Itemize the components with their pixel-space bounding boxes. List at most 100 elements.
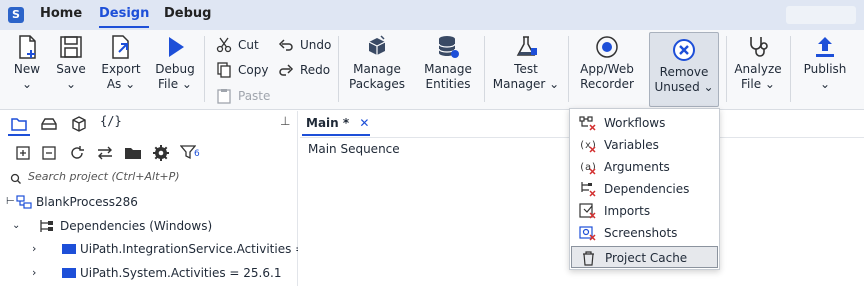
workflows-icon [579,116,596,131]
export-label: Export [101,62,141,76]
manage-entities-label2: Entities [425,77,471,91]
record-icon [596,36,618,58]
remove-unused-chevron-label: Unused ⌄ [654,80,714,94]
imports-icon [579,203,596,219]
export-icon [112,35,129,59]
activities-cube-icon[interactable] [70,115,88,133]
ribbon-separator [568,36,569,102]
refresh-icon[interactable] [68,144,86,162]
collapse-all-icon[interactable] [40,144,58,162]
chevron-down-icon: ⌄ [12,220,21,231]
new-button[interactable]: New ⌄ [8,30,46,108]
tree-item-project[interactable]: ⊢ BlankProcess286 [0,191,298,213]
menu-item-label: Imports [604,204,651,218]
save-label: Save [56,62,86,76]
ribbon: New ⌄ Save ⌄ Export As ⌄ Debug File ⌄ Cu… [0,30,864,110]
undo-button[interactable]: Undo [278,35,331,55]
tab-design[interactable]: Design [99,6,150,28]
menu-item-workflows[interactable]: Workflows [571,112,718,134]
object-repository-icon[interactable] [40,115,58,133]
ribbon-separator [726,36,727,102]
manage-packages-button[interactable]: Manage Packages [346,30,408,108]
menu-item-arguments[interactable]: (a) Arguments [571,156,718,178]
ribbon-separator [484,36,485,102]
export-as-button[interactable]: Export As ⌄ [98,30,144,108]
menu-item-label: Dependencies [604,182,690,196]
cut-label: Cut [238,38,259,52]
manage-entities-button[interactable]: Manage Entities [420,30,476,108]
tab-main-label: Main * [306,116,350,130]
paste-button[interactable]: Paste [216,86,270,106]
menu-item-screenshots[interactable]: Screenshots [571,222,718,244]
search-icon [10,173,21,184]
stethoscope-icon [750,37,768,57]
search-project-input[interactable]: Search project (Ctrl+Alt+P) [28,170,180,183]
close-tab-icon[interactable]: ✕ [359,116,369,130]
pin-icon[interactable]: ⊥ [280,114,290,128]
menu-item-project-cache[interactable]: Project Cache [571,246,718,268]
menu-item-label: Arguments [604,160,670,174]
sync-arrows-icon[interactable] [96,144,114,162]
test-manager-chevron-label: Manager ⌄ [492,77,560,91]
publish-upload-icon [816,37,834,57]
paste-label: Paste [238,89,271,103]
packages-icon [368,35,386,55]
test-manager-button[interactable]: Test Manager ⌄ [492,30,560,108]
variables-icon: (x) [579,140,596,153]
play-icon [169,37,184,57]
tree-item-label: UiPath.IntegrationService.Activities = 1 [80,242,298,256]
process-project-icon [16,195,32,209]
tree-item-package[interactable]: › UiPath.System.Activities = 25.6.1 [0,262,298,284]
dependencies-icon [581,182,596,197]
tab-home[interactable]: Home [40,6,82,24]
analyze-file-button[interactable]: Analyze File ⌄ [732,30,784,108]
cut-button[interactable]: Cut [216,35,259,55]
tree-item-dependencies[interactable]: ⌄ Dependencies (Windows) [0,215,298,237]
package-icon [62,268,76,278]
remove-unused-label: Remove [659,65,709,79]
undo-label: Undo [300,38,332,52]
trash-icon [583,251,594,266]
publish-chevron: ⌄ [819,77,831,91]
redo-icon [279,64,294,76]
publish-label: Publish [803,62,847,76]
project-folder-icon[interactable] [10,115,28,133]
ribbon-separator [790,36,791,102]
snippets-icon[interactable]: {/} [100,114,122,128]
tree-item-label: BlankProcess286 [36,195,138,209]
app-web-recorder-button[interactable]: App/Web Recorder [574,30,640,108]
copy-button[interactable]: Copy [216,60,268,80]
save-button[interactable]: Save ⌄ [52,30,90,108]
expand-all-icon[interactable] [14,144,32,162]
analyze-label: Analyze [734,62,782,76]
menu-item-dependencies[interactable]: Dependencies [571,178,718,200]
remove-unused-button[interactable]: Remove Unused ⌄ [649,32,719,107]
main-sequence-label: Main Sequence [308,142,400,156]
ribbon-separator [204,36,205,102]
database-icon [438,36,459,58]
menu-item-variables[interactable]: (x) Variables [571,134,718,156]
dependencies-icon [40,220,53,232]
save-chevron: ⌄ [65,77,77,91]
tree-item-package[interactable]: › UiPath.IntegrationService.Activities =… [0,238,298,260]
debug-file-chevron-label: File ⌄ [158,77,192,91]
scissors-icon [216,37,232,53]
top-tab-bar: S Home Design Debug [0,0,864,30]
open-folder-icon[interactable] [124,144,142,162]
save-icon [60,36,82,58]
tab-debug[interactable]: Debug [164,6,211,24]
tab-main[interactable]: Main * ✕ [300,111,369,135]
top-search-box[interactable] [786,6,856,24]
filter-count-badge: 6 [194,149,200,159]
settings-gear-icon[interactable] [152,144,170,162]
active-tab-underline [302,134,370,136]
publish-button[interactable]: Publish ⌄ [798,30,852,108]
debug-file-button[interactable]: Debug File ⌄ [152,30,198,108]
redo-button[interactable]: Redo [278,60,330,80]
chevron-right-icon: › [32,242,37,255]
menu-item-label: Workflows [604,116,666,130]
panel-tab-underline [8,134,30,136]
redo-label: Redo [300,63,331,77]
menu-item-imports[interactable]: Imports [571,200,718,222]
package-icon [62,244,76,254]
